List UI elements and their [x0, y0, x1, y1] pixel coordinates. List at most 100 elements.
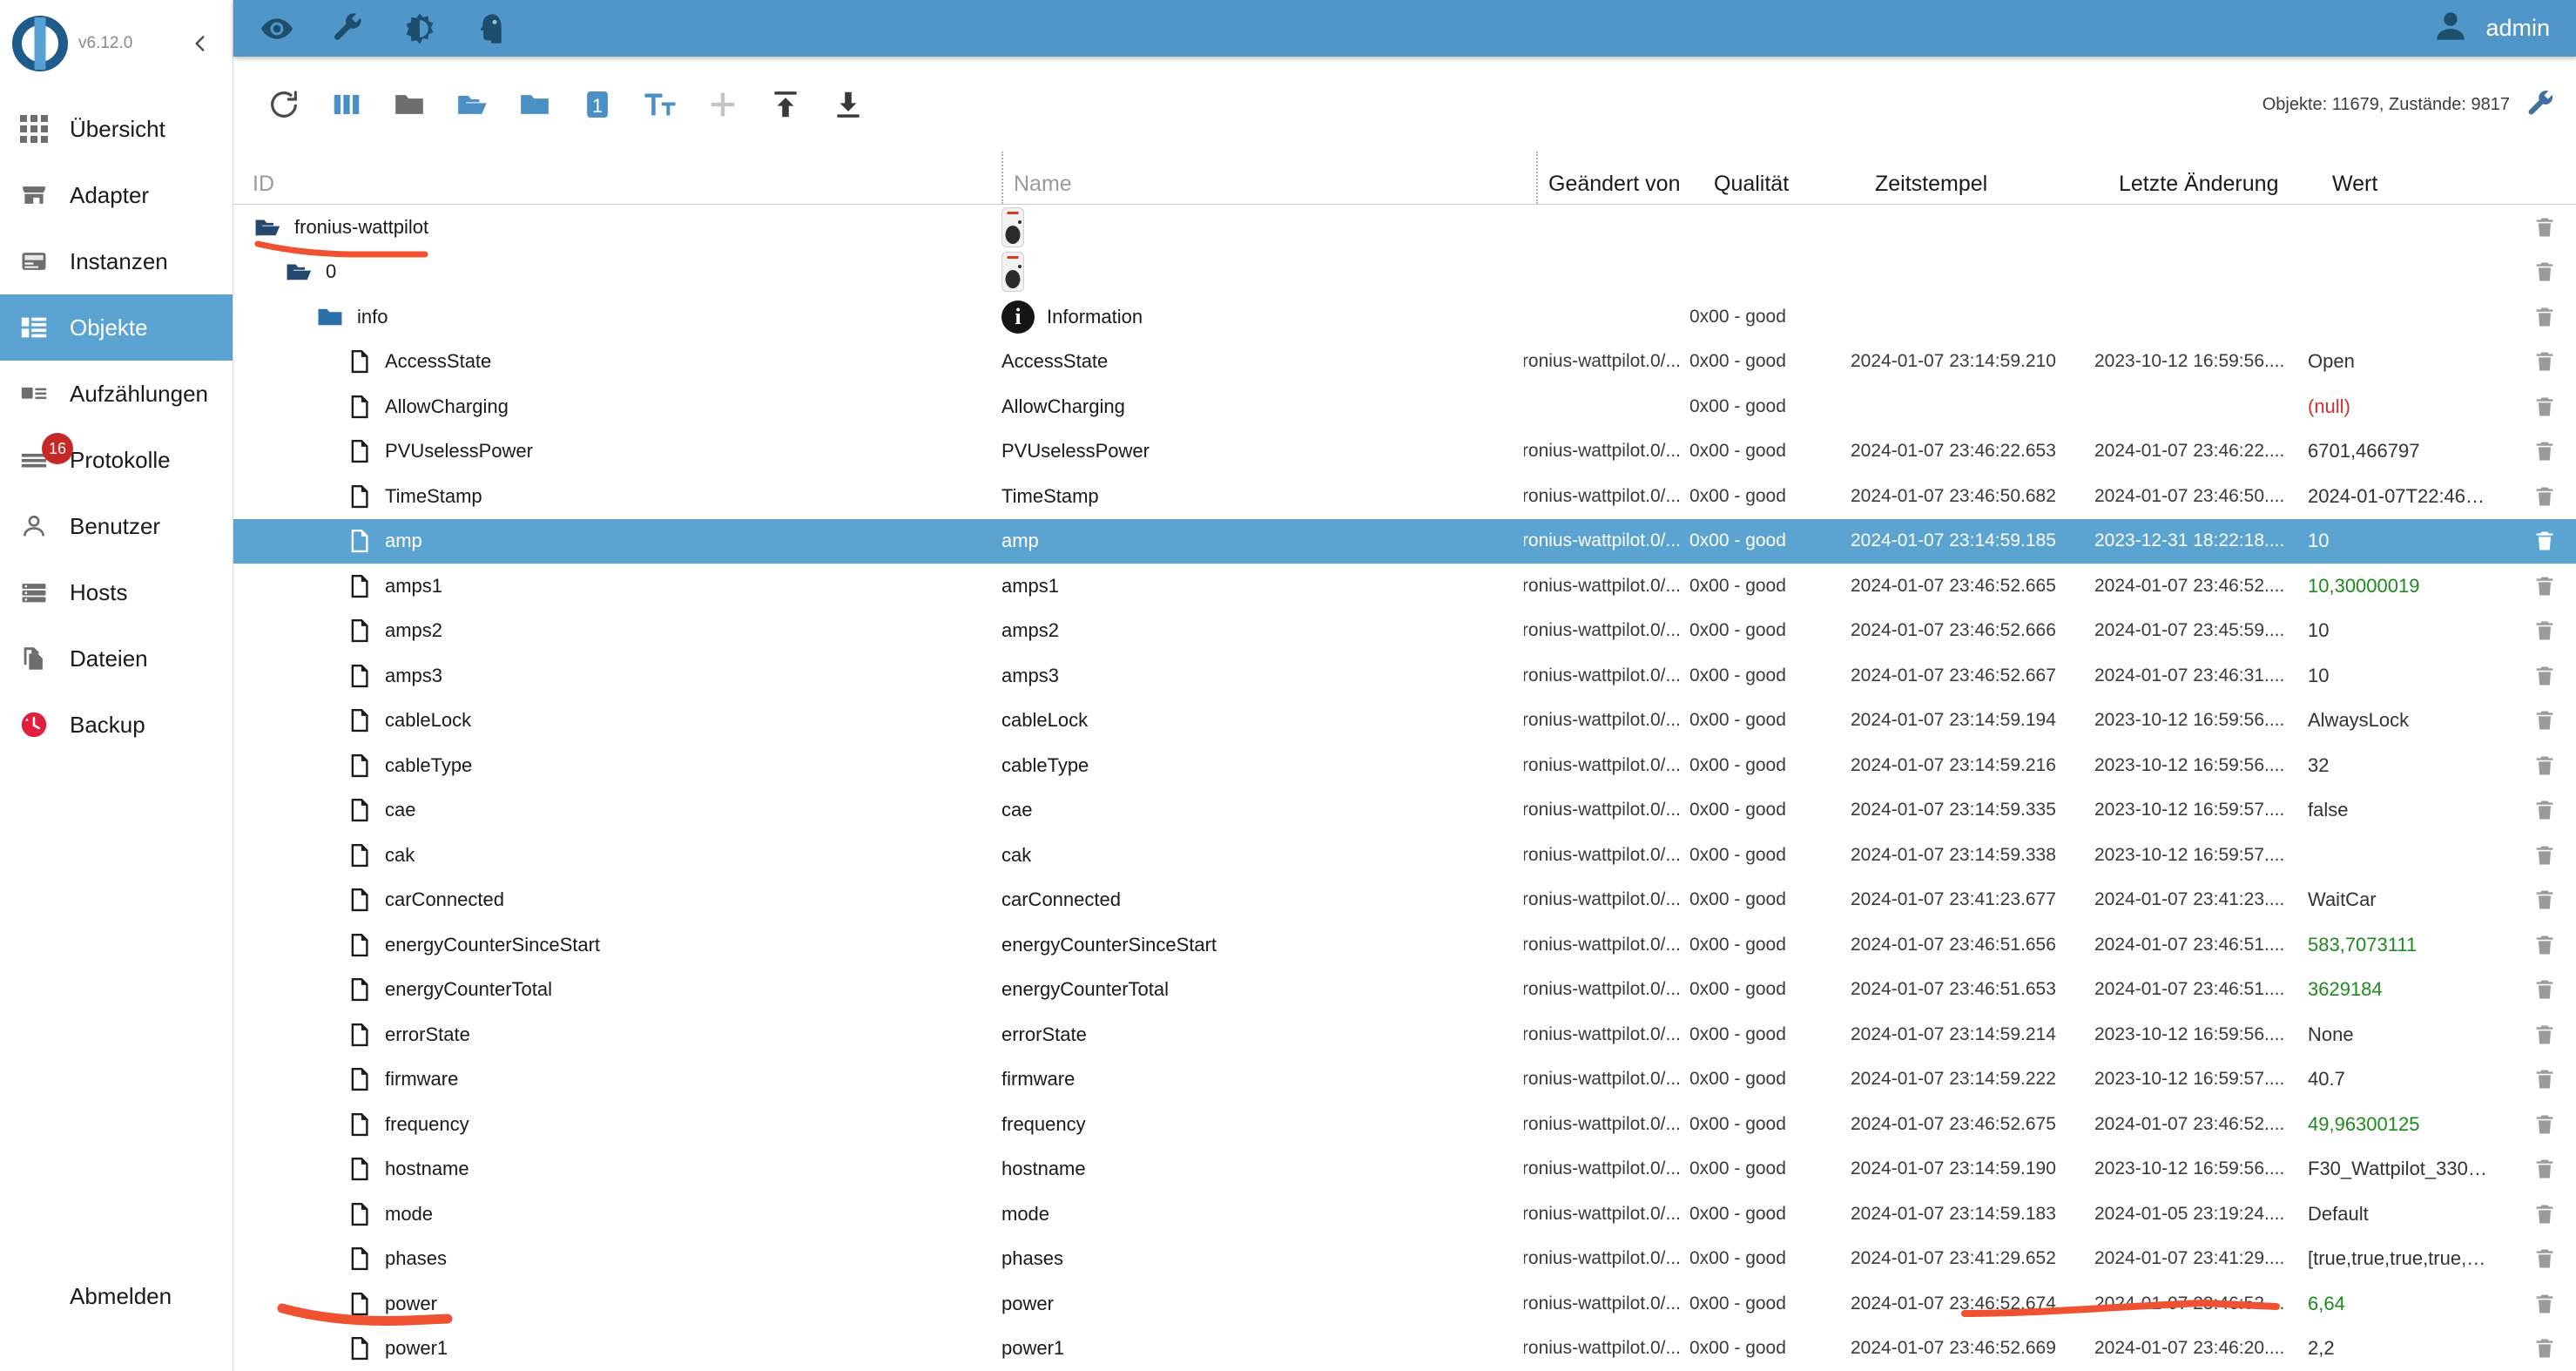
delete-row-button[interactable]	[2487, 484, 2557, 509]
row-id-cell[interactable]: errorState	[253, 1022, 1001, 1048]
row-delete-cell[interactable]	[2487, 305, 2557, 329]
table-row[interactable]: power1power1fronius-wattpilot.0/...0x00 …	[233, 1327, 2576, 1371]
sidebar-item-aufzaehlungen[interactable]: Aufzählungen	[0, 361, 233, 427]
row-value[interactable]: 583,7073111	[2308, 934, 2487, 956]
table-row[interactable]: TimeStampTimeStampfronius-wattpilot.0/..…	[233, 474, 2576, 519]
delete-row-button[interactable]	[2487, 1336, 2557, 1361]
row-id-cell[interactable]: cableType	[253, 753, 1001, 779]
sidebar-item-dateien[interactable]: Dateien	[0, 625, 233, 692]
state-locked-file-icon[interactable]	[347, 753, 373, 779]
table-row[interactable]: AccessStateAccessStatefronius-wattpilot.…	[233, 340, 2576, 385]
row-id-cell[interactable]: cableLock	[253, 707, 1001, 733]
row-delete-cell[interactable]	[2487, 1157, 2557, 1181]
table-row[interactable]: cakcakfronius-wattpilot.0/...0x00 - good…	[233, 833, 2576, 878]
row-delete-cell[interactable]	[2487, 1246, 2557, 1271]
sidebar-item-instanzen[interactable]: Instanzen	[0, 228, 233, 294]
row-delete-cell[interactable]	[2487, 618, 2557, 643]
delete-row-button[interactable]	[2487, 888, 2557, 912]
row-id-cell[interactable]: cak	[253, 842, 1001, 868]
delete-row-button[interactable]	[2487, 1157, 2557, 1181]
table-row[interactable]: firmwarefirmwarefronius-wattpilot.0/...0…	[233, 1057, 2576, 1103]
row-value[interactable]: 32	[2308, 754, 2487, 777]
row-delete-cell[interactable]	[2487, 933, 2557, 957]
table-row[interactable]: phasesphasesfronius-wattpilot.0/...0x00 …	[233, 1237, 2576, 1282]
row-id-cell[interactable]: fronius-wattpilot	[253, 213, 1001, 242]
state-locked-file-icon[interactable]	[347, 932, 373, 958]
row-id-cell[interactable]: frequency	[253, 1111, 1001, 1138]
table-row[interactable]: frequencyfrequencyfronius-wattpilot.0/..…	[233, 1102, 2576, 1147]
column-header-quality[interactable]: Qualität	[1714, 172, 1875, 204]
row-id-cell[interactable]: energyCounterSinceStart	[253, 932, 1001, 958]
state-locked-file-icon[interactable]	[347, 394, 373, 420]
row-id-cell[interactable]: amps2	[253, 618, 1001, 644]
folder-closed-icon[interactable]	[315, 302, 345, 332]
row-id-cell[interactable]: carConnected	[253, 887, 1001, 913]
row-id-cell[interactable]: cae	[253, 797, 1001, 823]
delete-row-button[interactable]	[2487, 1202, 2557, 1226]
sidebar-item-adapter[interactable]: Adapter	[0, 162, 233, 228]
table-row[interactable]: energyCounterSinceStartenergyCounterSinc…	[233, 922, 2576, 968]
row-delete-cell[interactable]	[2487, 1067, 2557, 1091]
plus-icon[interactable]	[691, 73, 754, 136]
row-value[interactable]: 3629184	[2308, 978, 2487, 1001]
row-delete-cell[interactable]	[2487, 753, 2557, 778]
state-locked-file-icon[interactable]	[347, 1066, 373, 1092]
state-locked-file-icon[interactable]	[347, 483, 373, 510]
text-size-icon[interactable]	[629, 73, 691, 136]
delete-row-button[interactable]	[2487, 933, 2557, 957]
row-delete-cell[interactable]	[2487, 664, 2557, 688]
download-icon[interactable]	[817, 73, 880, 136]
column-header-changed-from[interactable]: Geändert von	[1548, 172, 1714, 204]
row-value[interactable]: WaitCar	[2308, 888, 2487, 911]
delete-row-button[interactable]	[2487, 618, 2557, 643]
state-file-icon[interactable]	[347, 1201, 373, 1227]
table-row[interactable]: carConnectedcarConnectedfronius-wattpilo…	[233, 878, 2576, 923]
table-row[interactable]: hostnamehostnamefronius-wattpilot.0/...0…	[233, 1147, 2576, 1192]
row-delete-cell[interactable]	[2487, 260, 2557, 284]
folder-open-icon[interactable]	[284, 257, 314, 287]
row-delete-cell[interactable]	[2487, 1112, 2557, 1137]
table-row[interactable]: 0	[233, 250, 2576, 295]
row-delete-cell[interactable]	[2487, 439, 2557, 463]
row-delete-cell[interactable]	[2487, 977, 2557, 1002]
table-row[interactable]: powerpowerfronius-wattpilot.0/...0x00 - …	[233, 1281, 2576, 1327]
row-id-cell[interactable]: mode	[253, 1201, 1001, 1227]
row-id-cell[interactable]: amps3	[253, 663, 1001, 689]
row-delete-cell[interactable]	[2487, 1202, 2557, 1226]
delete-row-button[interactable]	[2487, 1112, 2557, 1137]
delete-row-button[interactable]	[2487, 708, 2557, 733]
state-locked-file-icon[interactable]	[347, 887, 373, 913]
delete-row-button[interactable]	[2487, 843, 2557, 868]
row-delete-cell[interactable]	[2487, 1292, 2557, 1316]
eye-icon[interactable]	[260, 11, 294, 46]
row-id-cell[interactable]: power1	[253, 1335, 1001, 1361]
table-row[interactable]: infoiInformation0x00 - good	[233, 294, 2576, 340]
row-value[interactable]: 6,64	[2308, 1293, 2487, 1315]
delete-row-button[interactable]	[2487, 753, 2557, 778]
sidebar-item-uebersicht[interactable]: Übersicht	[0, 96, 233, 162]
delete-row-button[interactable]	[2487, 395, 2557, 419]
sidebar-item-benutzer[interactable]: Benutzer	[0, 493, 233, 559]
row-value[interactable]: 6701,466797	[2308, 440, 2487, 463]
row-id-cell[interactable]: hostname	[253, 1156, 1001, 1182]
delete-row-button[interactable]	[2487, 1067, 2557, 1091]
table-row[interactable]: amps2amps2fronius-wattpilot.0/...0x00 - …	[233, 609, 2576, 654]
state-locked-file-icon[interactable]	[347, 618, 373, 644]
delete-row-button[interactable]	[2487, 529, 2557, 553]
row-value[interactable]: AlwaysLock	[2308, 709, 2487, 732]
column-header-name[interactable]: Name	[1014, 172, 1536, 204]
row-delete-cell[interactable]	[2487, 888, 2557, 912]
row-delete-cell[interactable]	[2487, 529, 2557, 553]
row-value[interactable]: false	[2308, 799, 2487, 821]
column-header-timestamp[interactable]: Zeitstempel	[1875, 172, 2119, 204]
table-row[interactable]: modemodefronius-wattpilot.0/...0x00 - go…	[233, 1192, 2576, 1237]
state-file-icon[interactable]	[347, 348, 373, 375]
row-value[interactable]: 10	[2308, 665, 2487, 687]
table-row[interactable]: amps3amps3fronius-wattpilot.0/...0x00 - …	[233, 653, 2576, 699]
row-id-cell[interactable]: power	[253, 1291, 1001, 1317]
delete-row-button[interactable]	[2487, 798, 2557, 822]
row-value[interactable]: 10	[2308, 619, 2487, 642]
state-locked-file-icon[interactable]	[347, 573, 373, 599]
row-value[interactable]: 49,96300125	[2308, 1113, 2487, 1136]
column-header-id[interactable]: ID	[253, 172, 1001, 204]
